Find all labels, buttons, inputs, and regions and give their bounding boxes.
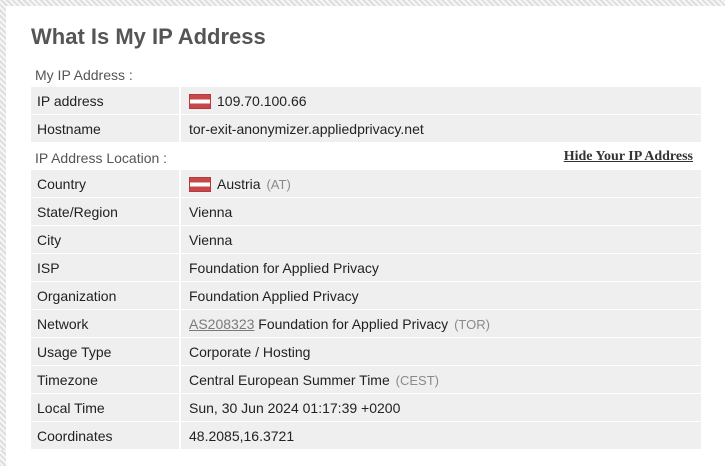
city-key: City (31, 225, 181, 254)
country-key: Country (31, 170, 181, 198)
table-row: Timezone Central European Summer Time (C… (31, 365, 701, 394)
network-key: Network (31, 309, 181, 338)
hostname-value[interactable]: tor-exit-anonymizer.appliedprivacy.net (180, 114, 701, 143)
city-value: Vienna (180, 225, 701, 254)
usage-type-key: Usage Type (31, 337, 181, 366)
table-row: IP address 109.70.100.66 (31, 87, 701, 115)
local-time-value: Sun, 30 Jun 2024 01:17:39 +0200 (180, 393, 701, 422)
asn-link[interactable]: AS208323 (189, 316, 254, 332)
country-code: (AT) (266, 176, 291, 192)
state-key: State/Region (31, 197, 181, 226)
hide-ip-link[interactable]: Hide Your IP Address (564, 149, 693, 165)
table-row: Coordinates 48.2085,16.3721 (31, 421, 701, 450)
austria-flag-icon (189, 93, 211, 109)
timezone-abbr: (CEST) (395, 372, 439, 388)
isp-value: Foundation for Applied Privacy (180, 253, 701, 282)
coordinates-value: 48.2085,16.3721 (180, 421, 701, 450)
table-row: ISP Foundation for Applied Privacy (31, 253, 701, 282)
table-row: State/Region Vienna (31, 197, 701, 226)
isp-key: ISP (31, 253, 181, 282)
location-table: Country Austria (AT) State/Region Vienna… (31, 170, 701, 450)
ip-address-value-cell[interactable]: 109.70.100.66 (180, 87, 701, 115)
ip-address-key: IP address (31, 87, 181, 115)
network-value-cell: AS208323 Foundation for Applied Privacy … (180, 309, 701, 338)
coordinates-key: Coordinates (31, 421, 181, 450)
network-tag: (TOR) (454, 316, 490, 332)
network-value: Foundation for Applied Privacy (258, 315, 449, 332)
organization-key: Organization (31, 281, 181, 310)
timezone-key: Timezone (31, 365, 181, 394)
table-row: Hostname tor-exit-anonymizer.appliedpriv… (31, 114, 701, 143)
country-value: Austria (217, 175, 261, 192)
ip-address-value[interactable]: 109.70.100.66 (217, 93, 307, 109)
organization-value: Foundation Applied Privacy (180, 281, 701, 310)
page-title: What Is My IP Address (31, 24, 266, 49)
usage-type-value: Corporate / Hosting (180, 337, 701, 366)
my-ip-section-label: My IP Address : (35, 67, 133, 83)
timezone-value: Central European Summer Time (189, 371, 390, 388)
table-row: City Vienna (31, 225, 701, 254)
local-time-key: Local Time (31, 393, 181, 422)
state-value: Vienna (180, 197, 701, 226)
ip-table: IP address 109.70.100.66 Hostname tor-ex… (31, 87, 701, 143)
table-row: Country Austria (AT) (31, 170, 701, 198)
location-section-label: IP Address Location : (35, 150, 168, 166)
country-value-cell: Austria (AT) (180, 170, 701, 198)
table-row: Network AS208323 Foundation for Applied … (31, 309, 701, 338)
austria-flag-icon (189, 176, 211, 192)
table-row: Local Time Sun, 30 Jun 2024 01:17:39 +02… (31, 393, 701, 422)
hostname-key: Hostname (31, 114, 181, 143)
timezone-value-cell: Central European Summer Time (CEST) (180, 365, 701, 394)
table-row: Organization Foundation Applied Privacy (31, 281, 701, 310)
content-card: What Is My IP Address My IP Address : IP… (6, 6, 725, 466)
table-row: Usage Type Corporate / Hosting (31, 337, 701, 366)
